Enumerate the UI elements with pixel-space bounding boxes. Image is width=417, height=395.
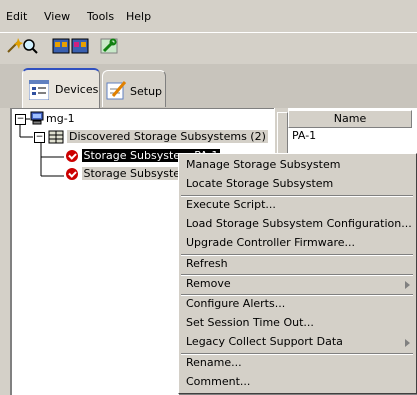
menu-configure-alerts[interactable]: Configure Alerts... (186, 295, 285, 313)
menu-edit[interactable]: Edit (6, 10, 27, 23)
tab-strip: Devices Setup (0, 64, 417, 110)
menu-remove[interactable]: Remove (186, 275, 231, 293)
submenu-arrow-icon (405, 281, 410, 289)
menu-refresh[interactable]: Refresh (186, 255, 228, 273)
menu-tools[interactable]: Tools (87, 10, 114, 23)
menu-bar: Edit View Tools Help (0, 0, 417, 32)
devices-icon (29, 80, 49, 100)
tab-devices[interactable]: Devices (22, 68, 100, 110)
menu-comment[interactable]: Comment... (186, 373, 250, 391)
menu-rename[interactable]: Rename... (186, 354, 242, 372)
tree-node-discovered[interactable]: Discovered Storage Subsystems (2) (67, 130, 268, 143)
alert-icon (66, 168, 78, 180)
submenu-arrow-icon (405, 339, 410, 347)
column-header-name[interactable]: Name (288, 110, 412, 128)
scrollbar-thumb[interactable] (277, 112, 288, 154)
tab-devices-label: Devices (55, 83, 99, 96)
alert-icon (66, 150, 78, 162)
wrench-icon[interactable] (100, 37, 118, 55)
tree-node-subsystem-2-label: Storage Subsystem (81, 167, 193, 180)
storage-right-icon[interactable] (71, 37, 89, 55)
menu-execute-script[interactable]: Execute Script... (186, 196, 276, 214)
magnify-icon[interactable] (21, 37, 39, 55)
collapse-group-icon[interactable]: − (34, 132, 45, 143)
setup-icon (106, 81, 127, 100)
context-menu: Manage Storage Subsystem Locate Storage … (178, 153, 417, 394)
menu-manage-storage-subsystem[interactable]: Manage Storage Subsystem (186, 156, 340, 174)
tree-node-subsystem-2[interactable]: Storage Subsystem (66, 167, 193, 180)
menu-locate-storage-subsystem[interactable]: Locate Storage Subsystem (186, 175, 333, 193)
menu-legacy-collect-support-data[interactable]: Legacy Collect Support Data (186, 333, 343, 351)
storage-left-icon[interactable] (52, 37, 70, 55)
storage-group-icon (48, 130, 64, 144)
menu-upgrade-firmware[interactable]: Upgrade Controller Firmware... (186, 234, 355, 252)
tab-setup[interactable]: Setup (102, 70, 166, 107)
toolbar (0, 32, 417, 65)
menu-view[interactable]: View (44, 10, 70, 23)
tab-setup-label: Setup (130, 85, 163, 98)
menu-help[interactable]: Help (126, 10, 151, 23)
menu-set-session-timeout[interactable]: Set Session Time Out... (186, 314, 314, 332)
menu-load-configuration[interactable]: Load Storage Subsystem Configuration... (186, 215, 412, 233)
table-cell-name[interactable]: PA-1 (290, 128, 410, 143)
